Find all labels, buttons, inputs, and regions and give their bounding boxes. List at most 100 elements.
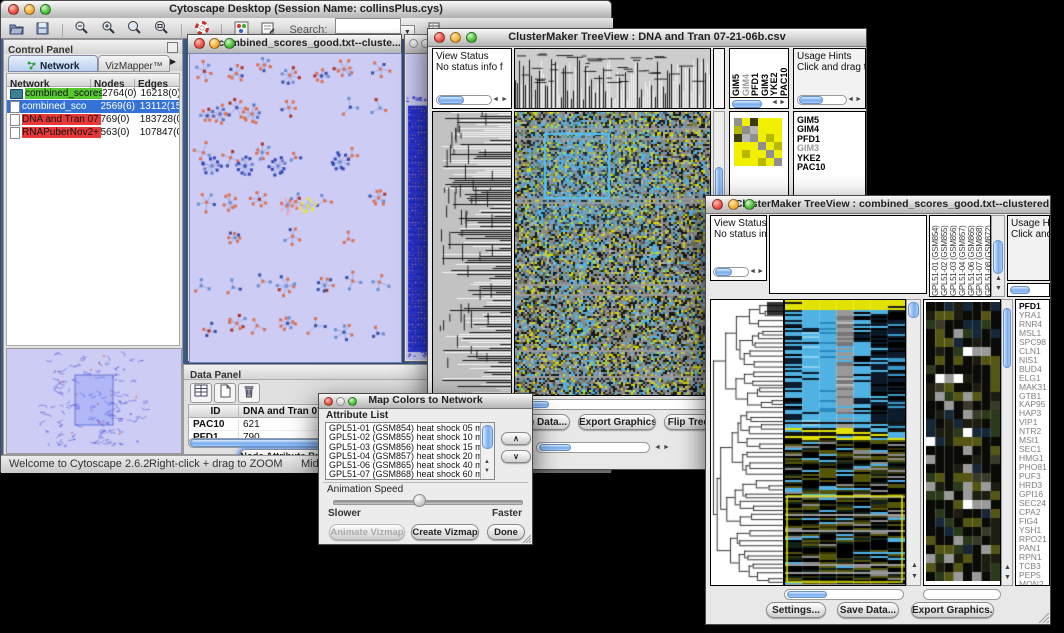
attribute-grid-icon[interactable]	[190, 383, 212, 403]
search-input[interactable]	[335, 18, 401, 34]
scroll-up-icon[interactable]: ▲	[1004, 563, 1011, 573]
resize-grip-icon[interactable]	[1037, 611, 1049, 623]
network-row[interactable]: DNA and Tran 07769(0)183728(0)	[7, 113, 179, 126]
scroll-right-icon[interactable]: ►	[855, 95, 862, 105]
cytoscape-titlebar[interactable]: Cytoscape Desktop (Session Name: collins…	[1, 1, 611, 19]
close-icon[interactable]	[409, 39, 418, 48]
tv2-heat-canvas[interactable]	[785, 300, 905, 585]
scroll-right-icon[interactable]: ►	[663, 443, 670, 453]
minimize-icon[interactable]	[450, 32, 461, 43]
tv2-status-scrollbar[interactable]	[713, 267, 749, 277]
scroll-thumb[interactable]	[993, 240, 1003, 274]
network-canvas[interactable]	[189, 53, 402, 363]
network-row[interactable]: combined_scores2764(0)16218(0)	[7, 87, 179, 100]
float-panel-icon[interactable]	[167, 42, 178, 53]
scroll-thumb[interactable]	[1003, 308, 1011, 368]
network-row[interactable]: RNAPuberNov2+563(0)107847(0)	[7, 126, 179, 139]
scroll-thumb[interactable]	[1010, 286, 1030, 294]
close-icon[interactable]	[194, 38, 205, 49]
tv1-heat-canvas[interactable]	[515, 112, 710, 395]
zoom-window-icon[interactable]	[744, 199, 755, 210]
treeview1-titlebar[interactable]: ClusterMaker TreeView : DNA and Tran 07-…	[428, 29, 866, 47]
tv2-heatmap[interactable]	[784, 299, 906, 586]
tv2-zoom-vscrollbar[interactable]: ▲ ▼	[1001, 299, 1013, 586]
scroll-left-icon[interactable]: ◄	[847, 95, 854, 105]
tv2-column-dendrogram[interactable]	[769, 215, 927, 294]
scroll-down-icon[interactable]: ▼	[484, 466, 490, 476]
tv2-row-dendrogram[interactable]	[710, 299, 784, 586]
scroll-up-icon[interactable]: ▲	[995, 274, 1002, 284]
animation-slider-track[interactable]	[333, 500, 523, 505]
overview-canvas[interactable]	[7, 349, 181, 453]
tv1-coldendro-canvas[interactable]	[515, 49, 710, 108]
zoom-in-icon[interactable]	[98, 19, 120, 38]
attribute-item[interactable]: GPL51-07 (GSM868) heat shock 60 min	[326, 470, 480, 479]
tv1-bottom-scrollbar[interactable]	[536, 442, 650, 453]
tv2-button[interactable]: Save Data...	[837, 602, 899, 618]
minimize-icon[interactable]	[24, 4, 35, 15]
tv2-zoom-canvas[interactable]	[926, 302, 1000, 581]
scroll-left-icon[interactable]: ◄	[771, 98, 778, 108]
treeview2-titlebar[interactable]: ClusterMaker TreeView : combined_scores_…	[706, 196, 1050, 214]
animate-vizmap-button[interactable]: Animate Vizmap	[329, 524, 405, 540]
scroll-up-icon[interactable]: ▲	[911, 561, 918, 571]
tv1-status-scrollbar[interactable]	[436, 95, 492, 105]
tv1-mini-heatmap[interactable]	[734, 118, 782, 166]
scroll-down-icon[interactable]: ▼	[911, 572, 918, 582]
zoom-fit-selected-icon[interactable]	[151, 19, 173, 38]
tv1-heatmap[interactable]	[514, 111, 711, 396]
scroll-thumb[interactable]	[438, 96, 464, 104]
scroll-right-icon[interactable]: ►	[757, 267, 764, 277]
scroll-thumb[interactable]	[908, 302, 919, 318]
scroll-left-icon[interactable]: ◄	[654, 443, 661, 453]
zoom-window-icon[interactable]	[466, 32, 477, 43]
network-row[interactable]: combined_sco2569(6)13112(15)	[7, 100, 179, 113]
close-icon[interactable]	[8, 4, 19, 15]
scroll-left-icon[interactable]: ◄	[492, 95, 499, 105]
move-up-button[interactable]: ∧	[501, 432, 531, 445]
scroll-down-icon[interactable]: ▼	[1004, 573, 1011, 583]
scroll-thumb[interactable]	[539, 444, 571, 451]
col-id[interactable]: ID	[189, 406, 239, 418]
save-session-icon[interactable]	[31, 20, 53, 39]
open-session-icon[interactable]	[5, 20, 27, 39]
tab-overflow-button[interactable]: ▶	[170, 57, 176, 66]
tab-network[interactable]: Network	[8, 55, 98, 72]
scroll-right-icon[interactable]: ►	[779, 98, 786, 108]
scroll-thumb[interactable]	[482, 425, 493, 449]
close-icon[interactable]	[434, 32, 445, 43]
resize-grip-icon[interactable]	[521, 533, 531, 543]
close-icon[interactable]	[324, 397, 333, 406]
create-vizmap-button[interactable]: Create Vizmap	[411, 524, 479, 540]
tv1-rowdendro-canvas[interactable]	[433, 112, 511, 395]
zoom-window-icon[interactable]	[40, 4, 51, 15]
scroll-left-icon[interactable]: ◄	[749, 267, 756, 277]
dialog-titlebar[interactable]: Map Colors to Network	[319, 394, 532, 409]
delete-attribute-icon[interactable]	[238, 383, 260, 403]
scroll-thumb[interactable]	[799, 96, 823, 104]
tab-vizmapper[interactable]: VizMapper™	[98, 55, 170, 72]
tv2-heat-vscrollbar[interactable]: ▲ ▼	[906, 299, 921, 586]
zoom-actual-icon[interactable]	[124, 19, 146, 38]
tv2-zoom-heatmap[interactable]	[923, 299, 1001, 586]
new-attribute-icon[interactable]	[214, 383, 236, 403]
scroll-thumb[interactable]	[787, 591, 827, 598]
scroll-thumb[interactable]	[732, 100, 762, 108]
zoom-window-icon[interactable]	[348, 397, 357, 406]
attribute-list-vscrollbar[interactable]: ▲ ▼	[480, 423, 494, 479]
scroll-thumb[interactable]	[715, 268, 732, 276]
close-icon[interactable]	[712, 199, 723, 210]
tv2-hscrollbar-left[interactable]	[784, 589, 904, 600]
zoom-window-icon[interactable]	[224, 38, 235, 49]
tv2-button[interactable]: Settings...	[766, 602, 826, 618]
tv1-row-dendrogram[interactable]	[432, 111, 512, 396]
minimize-icon[interactable]	[336, 397, 345, 406]
move-down-button[interactable]: ∨	[501, 450, 531, 463]
tv1-button[interactable]: Export Graphics...	[578, 414, 656, 430]
tv2-rowdendro-canvas[interactable]	[711, 300, 783, 585]
tv1-hscrollbar[interactable]	[516, 399, 709, 410]
tv2-button[interactable]: Export Graphics...	[911, 602, 994, 618]
minimize-icon[interactable]	[728, 199, 739, 210]
zoom-out-icon[interactable]	[71, 19, 93, 38]
scroll-down-icon[interactable]: ▼	[995, 284, 1002, 294]
